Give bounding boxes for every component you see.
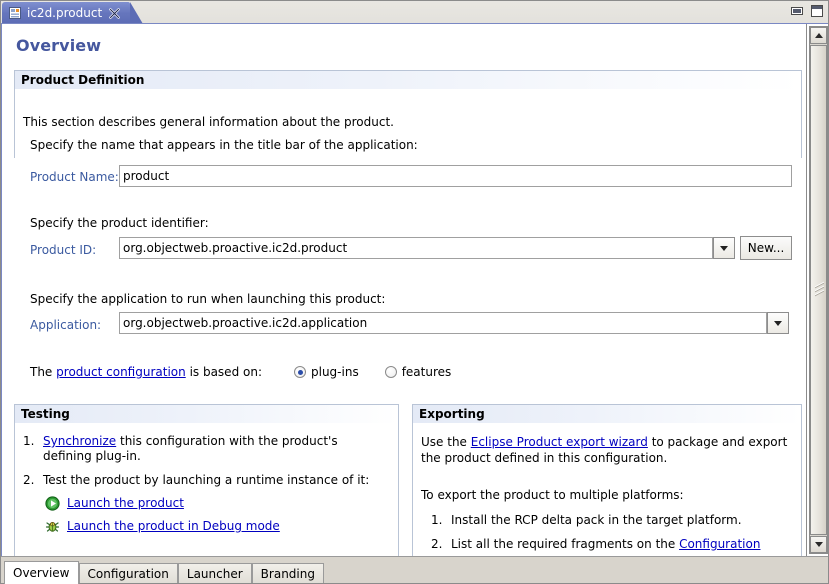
section-header-product-definition: Product Definition [15, 71, 801, 90]
exporting-step-2: 2. List all the required fragments on th… [421, 537, 791, 556]
launch-product-row[interactable]: Launch the product [45, 495, 390, 511]
testing-step-1-number: 1. [23, 434, 39, 449]
maximize-icon[interactable] [811, 5, 823, 17]
radio-features-label: features [402, 365, 452, 379]
tab-configuration[interactable]: Configuration [79, 563, 178, 584]
exporting-step-2-prefix: List all the required fragments on the [451, 537, 679, 551]
product-id-dropdown-button[interactable] [713, 237, 735, 259]
exporting-step-2-number: 2. [431, 537, 447, 552]
section-header-testing: Testing [15, 405, 398, 424]
section-body-exporting: Use the Eclipse Product export wizard to… [413, 424, 801, 556]
product-id-label: Product ID: [30, 243, 96, 257]
radio-option-plugins[interactable]: plug-ins [294, 365, 359, 379]
editor-tab-strip: ic2d.product [0, 0, 829, 24]
radio-option-features[interactable]: features [385, 365, 452, 379]
exporting-step-1-text: Install the RCP delta pack in the target… [451, 513, 742, 527]
testing-step-2: 2. Test the product by launching a runti… [19, 473, 390, 488]
chevron-down-icon [774, 321, 782, 326]
run-icon [45, 496, 60, 511]
radio-plugins-indicator[interactable] [294, 366, 306, 378]
product-definition-description: This section describes general informati… [23, 115, 394, 129]
window-controls [791, 5, 823, 17]
editor-tab-label: ic2d.product [27, 6, 102, 20]
product-id-hint: Specify the product identifier: [30, 216, 209, 230]
tab-branding[interactable]: Branding [252, 563, 324, 584]
synchronize-link[interactable]: Synchronize [43, 434, 116, 448]
application-input[interactable]: org.objectweb.proactive.ic2d.application [119, 312, 767, 334]
page-tab-bar: Overview Configuration Launcher Branding [0, 556, 829, 584]
minimize-icon[interactable] [791, 7, 803, 15]
basis-suffix-text: is based on: [190, 365, 262, 379]
product-file-icon [8, 6, 22, 20]
page-title: Overview [16, 36, 101, 55]
tab-overview[interactable]: Overview [4, 561, 79, 584]
application-hint: Specify the application to run when laun… [30, 292, 385, 306]
chevron-down-icon [720, 246, 728, 251]
exporting-intro-prefix: Use the [421, 435, 471, 449]
section-header-exporting: Exporting [413, 405, 801, 424]
testing-step-2-text: Test the product by launching a runtime … [43, 473, 369, 487]
scrollbar-grip-icon [815, 284, 824, 296]
launch-product-debug-link[interactable]: Launch the product in Debug mode [67, 518, 280, 534]
scroll-up-icon[interactable] [810, 27, 827, 44]
exporting-step-1-number: 1. [431, 513, 447, 528]
vertical-scrollbar-thumb[interactable] [810, 45, 827, 535]
product-configuration-link[interactable]: product configuration [56, 365, 186, 379]
close-icon[interactable] [109, 8, 120, 19]
testing-step-2-number: 2. [23, 473, 39, 488]
application-dropdown-button[interactable] [767, 312, 789, 334]
eclipse-product-export-wizard-link[interactable]: Eclipse Product export wizard [471, 435, 648, 449]
product-name-hint: Specify the name that appears in the tit… [30, 138, 418, 152]
exporting-intro: Use the Eclipse Product export wizard to… [421, 434, 791, 466]
testing-step-1: 1. Synchronize this configuration with t… [19, 434, 390, 464]
vertical-scrollbar[interactable] [806, 24, 829, 556]
application-label: Application: [30, 318, 101, 332]
testing-steps-list: 1. Synchronize this configuration with t… [19, 434, 390, 488]
product-name-input[interactable]: product [119, 165, 792, 187]
exporting-steps-list: 1. Install the RCP delta pack in the tar… [421, 513, 791, 556]
new-product-id-button[interactable]: New... [740, 236, 792, 260]
section-testing: Testing 1. Synchronize this configuratio… [14, 404, 399, 556]
launch-product-debug-row[interactable]: Launch the product in Debug mode [45, 518, 390, 534]
launch-product-link[interactable]: Launch the product [67, 495, 184, 511]
exporting-step-1: 1. Install the RCP delta pack in the tar… [421, 513, 791, 528]
debug-icon [45, 519, 60, 534]
radio-features-indicator[interactable] [385, 366, 397, 378]
multi-platform-hint: To export the product to multiple platfo… [421, 488, 791, 502]
editor-body: Overview Product Definition This section… [0, 24, 829, 556]
basis-prefix-text: The [30, 365, 52, 379]
eclipse-product-editor: ic2d.product Overview Product Definition… [0, 0, 829, 584]
section-exporting: Exporting Use the Eclipse Product export… [412, 404, 802, 556]
radio-plugins-label: plug-ins [311, 365, 359, 379]
vertical-scrollbar-track[interactable] [809, 26, 828, 554]
page-tab-filler [324, 562, 829, 584]
configuration-page-link[interactable]: Configuration [679, 537, 760, 551]
product-id-input[interactable]: org.objectweb.proactive.ic2d.product [119, 237, 713, 259]
product-name-label: Product Name: [30, 170, 119, 184]
tab-launcher[interactable]: Launcher [178, 563, 252, 584]
editor-tab-ic2d-product[interactable]: ic2d.product [2, 2, 130, 24]
section-body-testing: 1. Synchronize this configuration with t… [15, 424, 398, 534]
configuration-basis-row: The product configuration is based on: p… [30, 365, 451, 379]
scroll-down-icon[interactable] [810, 536, 827, 553]
